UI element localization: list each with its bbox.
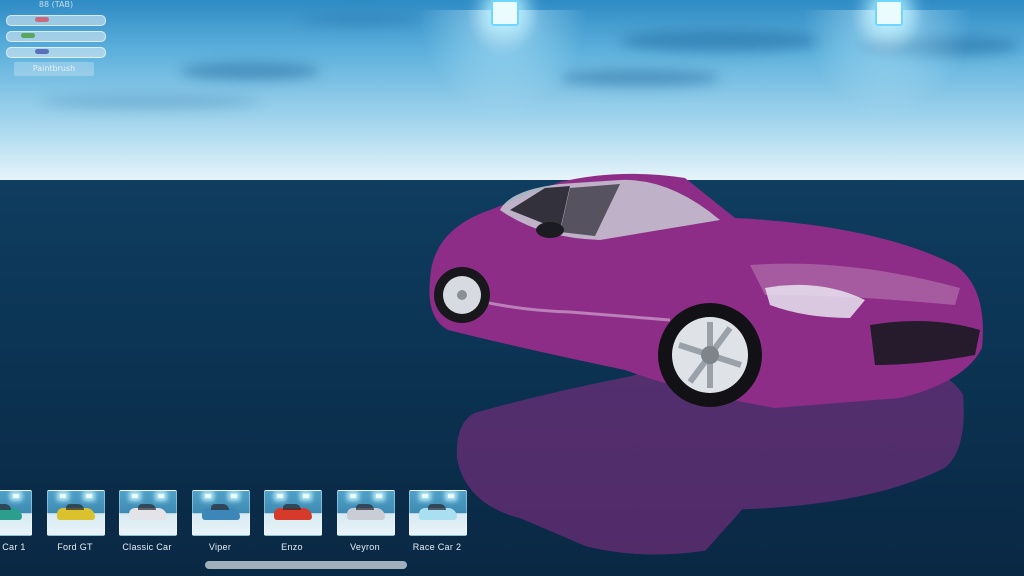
car-selector-scrollbar[interactable] (205, 561, 407, 569)
car-thumb-classic-car[interactable] (119, 490, 177, 536)
car-thumb-image (129, 504, 167, 520)
car-selector: Car 1 Ford GT Classic Car Viper Enzo Vey… (0, 490, 1024, 560)
car-thumb-image (202, 504, 240, 520)
spotlight-left (418, 0, 588, 120)
car-thumb-label: Ford GT (57, 542, 93, 552)
car-thumb-image (274, 504, 312, 520)
car-thumb-label: Viper (208, 542, 232, 552)
game-viewport: 88 (TAB) Paintbrush Car 1 Ford GT Classi… (0, 0, 1024, 576)
spotlight-right (802, 0, 972, 120)
car-thumb-image (347, 504, 385, 520)
car-thumb-ford-gt[interactable] (47, 490, 105, 536)
red-slider[interactable] (6, 15, 106, 26)
car-thumb-image (57, 504, 95, 520)
car-thumb-image (419, 504, 457, 520)
car-thumb-image (0, 504, 22, 520)
blue-slider[interactable] (6, 47, 106, 58)
car-thumb-enzo[interactable] (264, 490, 322, 536)
green-slider[interactable] (6, 31, 106, 42)
green-slider-knob[interactable] (21, 33, 35, 38)
car-thumb-viper[interactable] (192, 490, 250, 536)
car-thumb-label: Classic Car (122, 542, 172, 552)
paintbrush-button[interactable]: Paintbrush (14, 62, 94, 76)
car-thumb-label: Race Car 2 (412, 542, 462, 552)
car-thumb-label: Veyron (350, 542, 380, 552)
blue-slider-knob[interactable] (35, 49, 49, 54)
car-thumb-label: Enzo (281, 542, 303, 552)
car-thumb-car-1[interactable] (0, 490, 32, 536)
side-mirror (536, 222, 564, 238)
red-slider-knob[interactable] (35, 17, 49, 22)
debug-caption: 88 (TAB) (38, 0, 74, 9)
car-thumb-veyron[interactable] (337, 490, 395, 536)
car-thumb-race-car-2[interactable] (409, 490, 467, 536)
car-preview[interactable] (420, 170, 990, 420)
